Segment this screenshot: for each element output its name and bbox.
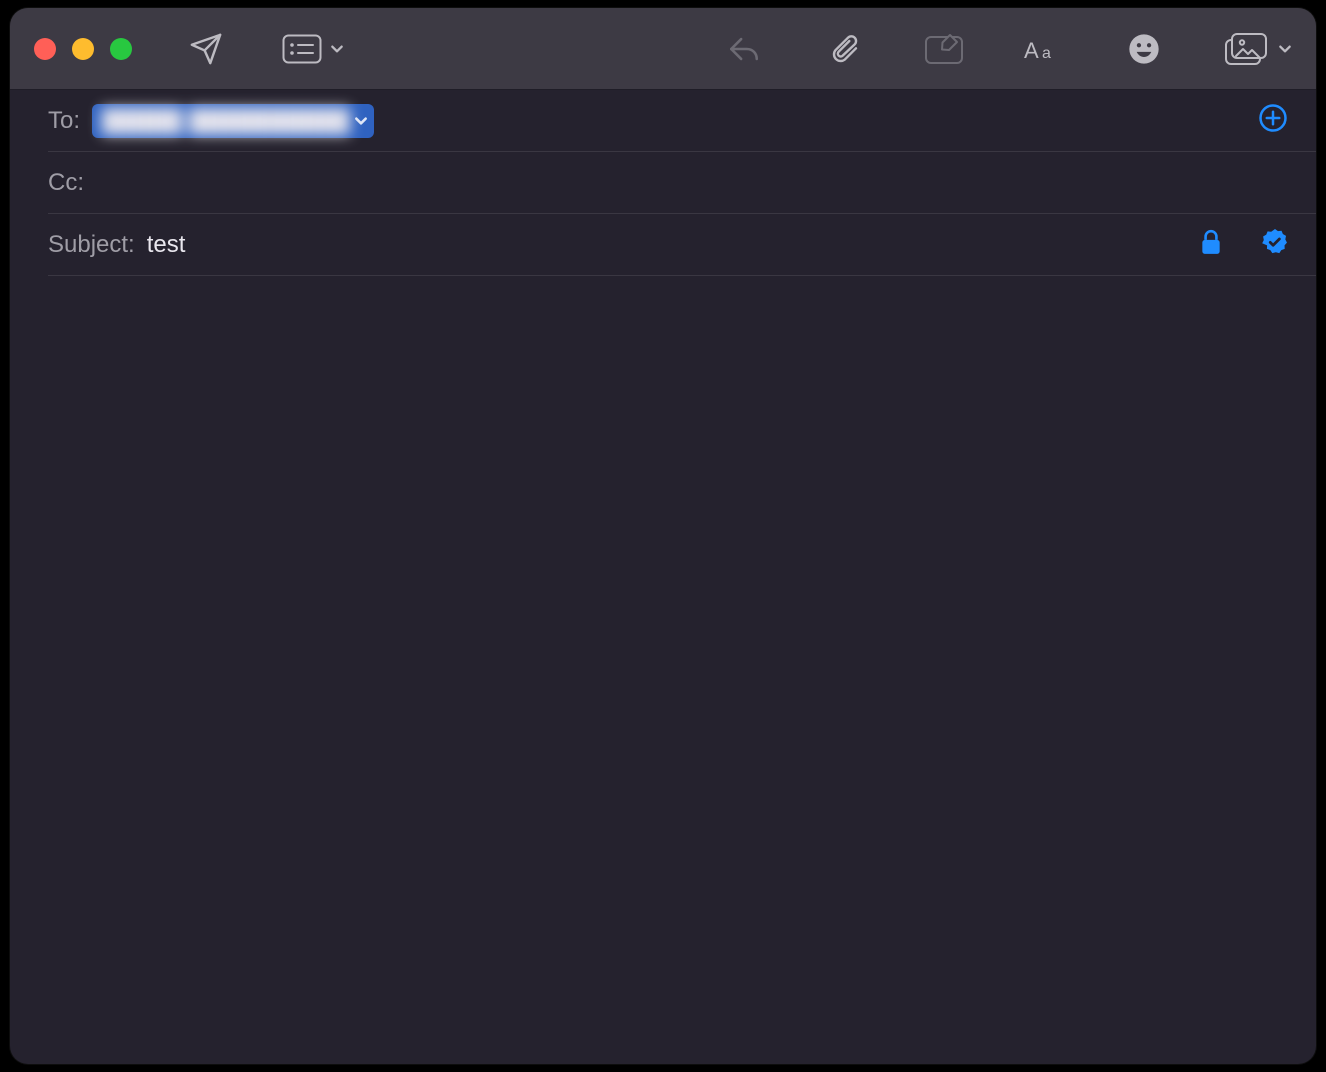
photos-icon: [1224, 32, 1270, 66]
plus-circle-icon: [1258, 103, 1288, 138]
reply-icon: [727, 32, 761, 66]
cc-label: Cc:: [48, 169, 84, 197]
zoom-window-button[interactable]: [110, 38, 132, 60]
photo-browser-button[interactable]: [1224, 29, 1292, 69]
toolbar-left: [186, 29, 344, 69]
verified-seal-icon: [1260, 227, 1290, 262]
subject-security-icons: [1200, 227, 1290, 262]
subject-field-row[interactable]: Subject:: [48, 214, 1316, 276]
compose-window: A a: [10, 8, 1316, 1064]
svg-text:A: A: [1024, 38, 1039, 63]
header-fields: To: █████ ██████████: [10, 90, 1316, 276]
send-button[interactable]: [186, 29, 226, 69]
encrypt-button[interactable]: [1200, 229, 1222, 260]
subject-input[interactable]: [147, 231, 1200, 259]
close-window-button[interactable]: [34, 38, 56, 60]
message-body[interactable]: [10, 276, 1316, 1064]
send-icon: [189, 32, 223, 66]
to-field-row[interactable]: To: █████ ██████████: [48, 90, 1316, 152]
sign-button[interactable]: [1260, 227, 1290, 262]
add-recipient-button[interactable]: [1256, 104, 1290, 138]
list-icon: [282, 34, 322, 64]
toolbar-right: A a: [724, 29, 1292, 69]
chevron-down-icon: [1278, 42, 1292, 56]
chevron-down-icon[interactable]: [354, 114, 368, 128]
format-button[interactable]: A a: [1024, 29, 1064, 69]
traffic-lights: [34, 38, 132, 60]
minimize-window-button[interactable]: [72, 38, 94, 60]
cc-field-row[interactable]: Cc:: [48, 152, 1316, 214]
emoji-icon: [1128, 33, 1160, 65]
attach-button[interactable]: [824, 29, 864, 69]
header-fields-button[interactable]: [282, 29, 344, 69]
emoji-button[interactable]: [1124, 29, 1164, 69]
to-label: To:: [48, 107, 80, 135]
subject-label: Subject:: [48, 231, 135, 259]
markup-button: [924, 29, 964, 69]
svg-text:a: a: [1042, 45, 1051, 62]
titlebar: A a: [10, 8, 1316, 90]
paperclip-icon: [828, 32, 860, 66]
recipient-name: █████ ██████████: [102, 108, 350, 134]
markup-icon: [924, 33, 964, 65]
lock-icon: [1200, 229, 1222, 260]
recipient-chip[interactable]: █████ ██████████: [92, 104, 374, 138]
chevron-down-icon: [330, 42, 344, 56]
reply-button: [724, 29, 764, 69]
text-format-icon: A a: [1024, 34, 1064, 64]
